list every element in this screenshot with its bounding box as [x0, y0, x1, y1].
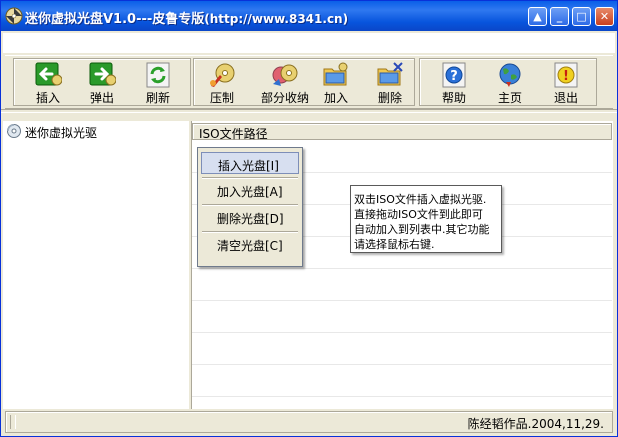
eject-label: 弹出 — [89, 91, 114, 105]
help-label: 帮助 — [441, 91, 466, 105]
burn-label: 压制 — [209, 91, 234, 105]
close-button[interactable]: ✕ — [595, 7, 614, 26]
minimize-button[interactable]: _ — [550, 7, 569, 26]
list-row[interactable] — [192, 365, 612, 397]
globe-icon — [499, 63, 521, 87]
toolbar-group-disc: 插入 弹出 刷新 — [13, 58, 191, 106]
status-text: 陈经韬作品.2004,11,29. — [467, 417, 604, 431]
list-row[interactable] — [192, 301, 612, 333]
menu-item-add-disc[interactable]: 加入光盘[A] — [201, 179, 299, 201]
add-button[interactable]: 加入 — [316, 59, 356, 105]
delete-button[interactable]: 删除 — [370, 59, 410, 105]
list-row[interactable] — [192, 269, 612, 301]
refresh-button[interactable]: 刷新 — [138, 59, 178, 105]
help-tooltip: 双击ISO文件插入虚拟光驱. 直接拖动ISO文件到此即可 自动加入到列表中.其它… — [350, 185, 502, 253]
menu-bar — [3, 33, 615, 53]
burn-disc-icon — [210, 63, 235, 87]
partial-label: 部分收纳 — [260, 91, 309, 105]
toolbar-group-edit: 压制 部分收纳 加入 删除 — [193, 58, 415, 106]
toolbar-group-info: ? 帮助 主页 ! 退出 — [419, 58, 597, 106]
app-window: 迷你虚拟光盘V1.0---皮鲁专版(http://www.8341.cn) ▲ … — [0, 0, 618, 437]
home-label: 主页 — [497, 91, 522, 105]
exit-button[interactable]: ! 退出 — [546, 59, 586, 105]
help-button[interactable]: ? 帮助 — [434, 59, 474, 105]
tooltip-line: 直接拖动ISO文件到此即可 — [354, 208, 483, 221]
insert-label: 插入 — [35, 91, 60, 105]
exit-label: 退出 — [553, 91, 578, 105]
tooltip-line: 自动加入到列表中.其它功能 — [354, 223, 490, 236]
arrow-right-icon — [89, 62, 116, 86]
tooltip-line: 双击ISO文件插入虚拟光驱. — [354, 193, 487, 206]
refresh-icon — [146, 62, 170, 88]
burn-button[interactable]: 压制 — [202, 59, 242, 105]
menu-item-clear-discs[interactable]: 清空光盘[C] — [201, 233, 299, 255]
folder-add-icon — [323, 62, 348, 86]
tooltip-line: 请选择鼠标右键. — [354, 238, 435, 251]
arrow-left-icon — [35, 62, 62, 86]
eject-button[interactable]: 弹出 — [82, 59, 122, 105]
window-title: 迷你虚拟光盘V1.0---皮鲁专版(http://www.8341.cn) — [25, 12, 349, 27]
drive-tree[interactable]: 迷你虚拟光驱 — [3, 121, 189, 409]
home-button[interactable]: 主页 — [490, 59, 530, 105]
context-menu: 插入光盘[I] 加入光盘[A] 删除光盘[D] 清空光盘[C] — [197, 147, 303, 267]
title-bar[interactable]: 迷你虚拟光盘V1.0---皮鲁专版(http://www.8341.cn) ▲ … — [1, 1, 617, 31]
svg-text:?: ? — [450, 69, 458, 84]
disc-stack-icon — [272, 64, 298, 86]
status-bar: 陈经韬作品.2004,11,29. — [5, 411, 613, 433]
delete-label: 删除 — [377, 91, 402, 105]
drive-icon — [7, 124, 21, 138]
toolbar-divider — [1, 109, 617, 113]
column-header-iso-path[interactable]: ISO文件路径 — [192, 123, 612, 141]
add-label: 加入 — [323, 91, 348, 105]
toolbar: 插入 弹出 刷新 压制 部分收纳 加入 删除 ? 帮助 主页 ! 退出 — [5, 55, 613, 109]
status-grip — [10, 415, 16, 429]
maximize-button[interactable]: □ — [572, 7, 591, 26]
cd-icon — [5, 7, 23, 25]
svg-text:!: ! — [563, 69, 569, 84]
exit-icon: ! — [554, 62, 578, 88]
menu-item-delete-disc[interactable]: 删除光盘[D] — [201, 206, 299, 228]
refresh-label: 刷新 — [145, 91, 170, 105]
insert-button[interactable]: 插入 — [28, 59, 68, 105]
folder-delete-icon — [377, 62, 403, 86]
rollup-button[interactable]: ▲ — [528, 7, 547, 26]
list-row[interactable] — [192, 333, 612, 365]
menu-item-insert-disc[interactable]: 插入光盘[I] — [201, 152, 299, 174]
tree-item-virtual-drive[interactable]: 迷你虚拟光驱 — [25, 124, 97, 141]
partial-button[interactable]: 部分收纳 — [260, 59, 310, 105]
help-icon: ? — [442, 62, 466, 88]
